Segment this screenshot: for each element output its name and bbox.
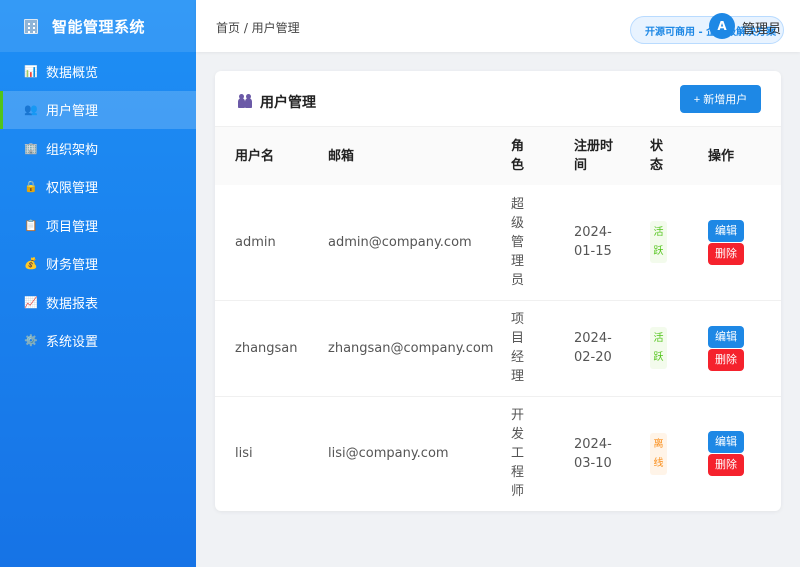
cell-username: zhangsan <box>215 300 309 397</box>
column-header-email[interactable]: 邮箱 <box>309 127 496 185</box>
sidebar-item-label: 系统设置 <box>46 335 99 351</box>
delete-button[interactable]: 删除 <box>708 348 744 371</box>
edit-button[interactable]: 编辑 <box>708 325 744 348</box>
breadcrumb: 首页 / 用户管理 <box>216 21 300 35</box>
delete-button[interactable]: 删除 <box>708 242 744 265</box>
table-row: admin admin@company.com 超级管理员 2024-01-15… <box>215 185 781 301</box>
cell-role: 超级管理员 <box>496 185 560 301</box>
avatar[interactable]: A <box>709 13 735 39</box>
column-header-username[interactable]: 用户名 <box>215 127 309 185</box>
sidebar-item-finance[interactable]: 💰 财务管理 <box>0 245 196 284</box>
sidebar-item-label: 财务管理 <box>46 258 99 274</box>
sidebar-item-label: 数据报表 <box>46 296 99 312</box>
cell-actions: 编辑 删除 <box>699 300 781 397</box>
sidebar-item-reports[interactable]: 📈 数据报表 <box>0 283 196 322</box>
sidebar-menu: 📊 数据概览 👥 用户管理 🏢 组织架构 🔒 权限管理 📋 项目管理 💰 财务管… <box>0 52 196 360</box>
table-header-row: 用户名 邮箱 角色 注册时间 状态 操作 <box>215 127 781 185</box>
sidebar-item-label: 项目管理 <box>46 219 99 235</box>
column-header-date[interactable]: 注册时间 <box>560 127 640 185</box>
column-header-actions: 操作 <box>699 127 781 185</box>
sidebar-item-label: 用户管理 <box>46 104 99 120</box>
column-header-status[interactable]: 状态 <box>640 127 699 185</box>
sidebar-item-settings[interactable]: ⚙️ 系统设置 <box>0 322 196 361</box>
status-badge: 离线 <box>650 432 667 475</box>
page-title: 用户管理 <box>237 92 316 112</box>
building-icon: 🏢 <box>24 141 38 155</box>
users-icon <box>237 94 253 109</box>
trend-icon: 📈 <box>24 295 38 309</box>
cell-actions: 编辑 删除 <box>699 185 781 301</box>
sidebar-item-projects[interactable]: 📋 项目管理 <box>0 206 196 245</box>
user-management-card: 用户管理 + 新增用户 用户名 邮箱 角色 注册时间 状态 操作 admin a… <box>215 71 781 511</box>
gear-icon: ⚙️ <box>24 334 38 348</box>
table-row: zhangsan zhangsan@company.com 项目经理 2024-… <box>215 300 781 397</box>
delete-button[interactable]: 删除 <box>708 454 744 476</box>
users-icon: 👥 <box>24 103 38 117</box>
chart-icon: 📊 <box>24 64 38 78</box>
building-icon <box>22 17 40 35</box>
sidebar: 智能管理系统 📊 数据概览 👥 用户管理 🏢 组织架构 🔒 权限管理 📋 项目管… <box>0 0 196 567</box>
card-header: 用户管理 + 新增用户 <box>215 71 781 127</box>
page-title-text: 用户管理 <box>260 95 316 111</box>
cell-date: 2024-03-10 <box>560 396 640 511</box>
status-badge: 活跃 <box>650 327 667 369</box>
cell-status: 活跃 <box>640 300 699 397</box>
cell-date: 2024-01-15 <box>560 185 640 301</box>
sidebar-item-overview[interactable]: 📊 数据概览 <box>0 52 196 91</box>
add-user-button[interactable]: + 新增用户 <box>680 85 761 113</box>
sidebar-item-org[interactable]: 🏢 组织架构 <box>0 129 196 168</box>
brand[interactable]: 智能管理系统 <box>0 0 196 52</box>
table-row: lisi lisi@company.com 开发工程师 2024-03-10 离… <box>215 396 781 511</box>
sidebar-item-permissions[interactable]: 🔒 权限管理 <box>0 168 196 207</box>
sidebar-item-label: 组织架构 <box>46 142 99 158</box>
edit-button[interactable]: 编辑 <box>708 431 744 453</box>
column-header-role[interactable]: 角色 <box>496 127 560 185</box>
lock-icon: 🔒 <box>24 180 38 194</box>
cell-status: 离线 <box>640 396 699 511</box>
sidebar-item-users[interactable]: 👥 用户管理 <box>0 90 196 129</box>
user-table: 用户名 邮箱 角色 注册时间 状态 操作 admin admin@company… <box>215 127 781 511</box>
cell-date: 2024-02-20 <box>560 300 640 397</box>
top-header: 首页 / 用户管理 开源可商用 - 企业级解决方案 A 管理员 <box>196 0 800 52</box>
cell-role: 开发工程师 <box>496 396 560 511</box>
user-name[interactable]: 管理员 <box>742 18 781 37</box>
clipboard-icon: 📋 <box>24 218 38 232</box>
cell-username: lisi <box>215 396 309 511</box>
sidebar-item-label: 数据概览 <box>46 65 99 81</box>
cell-role: 项目经理 <box>496 300 560 397</box>
cell-username: admin <box>215 185 309 301</box>
money-bag-icon: 💰 <box>24 257 38 271</box>
edit-button[interactable]: 编辑 <box>708 219 744 242</box>
cell-email: lisi@company.com <box>309 396 496 511</box>
cell-status: 活跃 <box>640 185 699 301</box>
cell-email: admin@company.com <box>309 185 496 301</box>
cell-email: zhangsan@company.com <box>309 300 496 397</box>
status-badge: 活跃 <box>650 221 667 264</box>
brand-title: 智能管理系统 <box>52 17 146 36</box>
sidebar-item-label: 权限管理 <box>46 181 99 197</box>
cell-actions: 编辑 删除 <box>699 396 781 511</box>
